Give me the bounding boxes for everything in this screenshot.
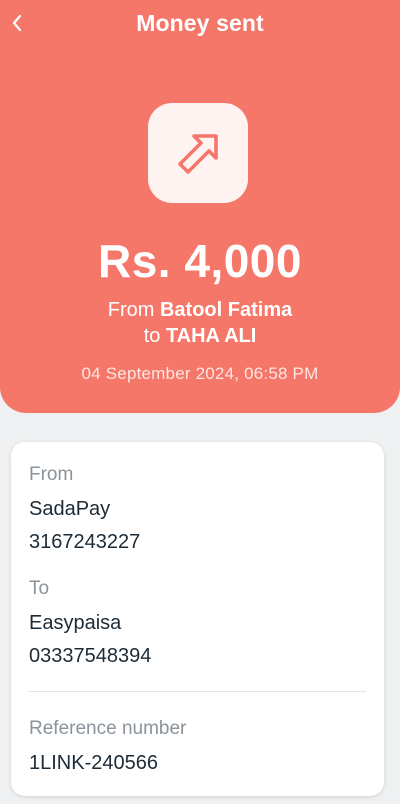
sender-name: Batool Fatima	[159, 299, 293, 321]
reference-number: 1LINK-240566	[29, 752, 158, 774]
recipient-line: to TAHA ALI	[0, 325, 400, 348]
from-account: 3167243227	[29, 531, 141, 553]
to-bank: Easypaisa	[29, 612, 122, 634]
to-account: 03337548394	[29, 645, 152, 667]
to-prefix: to	[143, 325, 161, 347]
from-prefix: From	[107, 299, 155, 321]
money-sent-icon-tile	[148, 103, 248, 203]
sender-line: From Batool Fatima	[0, 299, 400, 322]
page-title: Money sent	[136, 10, 264, 36]
transaction-details-card: From SadaPay 3167243227 To Easypaisa 033…	[11, 442, 384, 796]
amount: Rs. 4,000	[98, 235, 302, 287]
divider	[29, 691, 366, 692]
from-label: From	[29, 464, 74, 485]
to-label: To	[29, 578, 50, 599]
from-bank: SadaPay	[29, 498, 111, 520]
header-banner: Money sent Rs. 4,000 From Batool Fatima …	[0, 0, 400, 413]
recipient-name: TAHA ALI	[165, 325, 257, 347]
reference-label: Reference number	[29, 718, 187, 739]
transaction-datetime: 04 September 2024, 06:58 PM	[81, 364, 319, 383]
arrow-up-right-icon	[178, 134, 218, 174]
